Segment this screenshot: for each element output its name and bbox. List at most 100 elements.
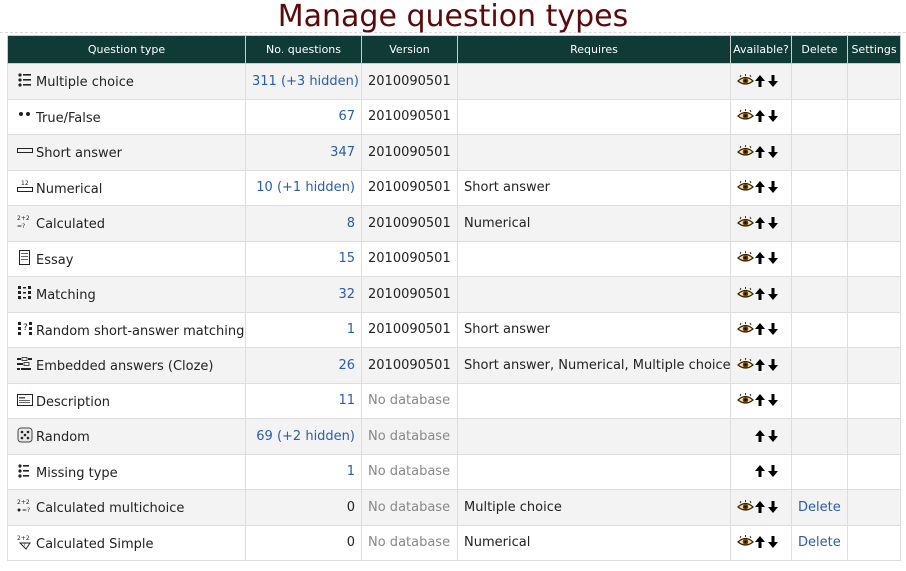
question-count-link[interactable]: 67 (338, 109, 355, 124)
question-type-name: Random (36, 430, 90, 446)
visibility-eye-icon[interactable] (737, 535, 754, 550)
visibility-eye-icon[interactable] (737, 322, 754, 337)
question-type-name: Short answer (36, 146, 122, 162)
requires-cell (457, 453, 731, 490)
move-up-arrow-icon[interactable] (754, 393, 767, 408)
available-cell (730, 240, 792, 277)
version-cell: 2010090501 (361, 98, 458, 135)
visibility-eye-icon[interactable] (737, 499, 754, 515)
question-count-link[interactable]: 11 (338, 393, 355, 408)
move-up-arrow-icon[interactable] (754, 74, 767, 89)
move-down-arrow-icon[interactable] (767, 393, 780, 408)
question-type-name: Multiple choice (36, 75, 134, 91)
version-cell: No database (361, 382, 458, 419)
visibility-eye-icon[interactable] (737, 393, 754, 408)
question-type-name: Matching (36, 288, 96, 304)
move-down-arrow-icon[interactable] (767, 216, 780, 231)
settings-cell (847, 311, 901, 348)
move-up-arrow-icon[interactable] (754, 251, 767, 266)
move-down-arrow-icon[interactable] (767, 429, 780, 444)
move-up-arrow-icon[interactable] (754, 535, 767, 550)
move-up-arrow-icon[interactable] (754, 287, 767, 302)
move-down-arrow-icon[interactable] (767, 500, 780, 515)
calculatedmulti-icon: 2+2 =? (17, 498, 33, 514)
question-count: 0 (346, 499, 355, 515)
question-count-cell: 10 (+1 hidden) (245, 169, 362, 206)
move-down-arrow-icon[interactable] (767, 74, 780, 89)
column-header-no-questions: No. questions (245, 35, 362, 64)
visibility-eye-icon[interactable] (737, 251, 754, 266)
question-count-link[interactable]: 32 (338, 287, 355, 302)
question-count-cell: 26 (245, 347, 362, 384)
delete-cell (791, 311, 848, 348)
question-count-link[interactable]: 15 (338, 251, 355, 266)
table-row: True/False 67 2010090501 (7, 98, 901, 135)
question-count-link[interactable]: 10 (+1 hidden) (256, 180, 355, 195)
delete-cell (791, 169, 848, 206)
move-up-arrow-icon[interactable] (754, 500, 767, 515)
question-count-cell: 1 (245, 453, 362, 490)
question-count-link[interactable]: 8 (347, 216, 355, 231)
visibility-eye-icon[interactable] (737, 73, 754, 89)
move-down-arrow-icon[interactable] (767, 109, 780, 124)
delete-cell (791, 453, 848, 490)
svg-text:=?: =? (22, 507, 30, 514)
visibility-eye-icon[interactable] (737, 215, 754, 231)
move-down-arrow-icon[interactable] (767, 287, 780, 302)
column-header-requires: Requires (457, 35, 731, 64)
question-count-link[interactable]: 1 (347, 464, 355, 479)
version-cell: No database (361, 418, 458, 455)
move-down-arrow-icon[interactable] (767, 358, 780, 373)
requires-cell (457, 98, 731, 135)
move-up-arrow-icon[interactable] (754, 145, 767, 160)
question-count: 0 (346, 535, 355, 551)
available-cell (730, 134, 792, 171)
visibility-eye-icon[interactable] (737, 180, 754, 195)
version-cell: 2010090501 (361, 169, 458, 206)
move-down-arrow-icon[interactable] (767, 180, 780, 195)
question-count-cell: 11 (245, 382, 362, 419)
requires-cell (457, 134, 731, 171)
move-up-arrow-icon[interactable] (754, 464, 767, 479)
visibility-eye-icon[interactable] (737, 144, 754, 160)
move-down-arrow-icon[interactable] (767, 251, 780, 266)
question-type-name: Embedded answers (Cloze) (36, 359, 214, 375)
move-up-arrow-icon[interactable] (754, 109, 767, 124)
essay-icon (17, 249, 33, 266)
question-type-name: Calculated (36, 217, 105, 233)
table-row: 2+2 =? Calculated 8 2010090501 Numerical (7, 205, 901, 242)
move-down-arrow-icon[interactable] (767, 535, 780, 550)
delete-cell (791, 63, 848, 100)
question-count-link[interactable]: 26 (338, 358, 355, 373)
randomsamatch-icon: ? (17, 321, 33, 337)
visibility-eye-icon[interactable] (737, 286, 754, 302)
move-up-arrow-icon[interactable] (754, 216, 767, 231)
available-cell (730, 205, 792, 242)
delete-cell (791, 382, 848, 419)
visibility-eye-icon[interactable] (737, 109, 754, 124)
question-count-link[interactable]: 69 (+2 hidden) (256, 429, 355, 444)
settings-cell (847, 169, 901, 206)
question-count-cell: 15 (245, 240, 362, 277)
move-down-arrow-icon[interactable] (767, 464, 780, 479)
question-count-link[interactable]: 311 (+3 hidden) (252, 74, 359, 89)
requires-cell: Numerical (457, 205, 731, 242)
table-row: Description 11 No database (7, 382, 901, 419)
delete-cell: Delete (791, 524, 848, 561)
page-title: Manage question types (0, 0, 906, 34)
move-down-arrow-icon[interactable] (767, 145, 780, 160)
question-count-link[interactable]: 1 (347, 322, 355, 337)
delete-cell (791, 276, 848, 313)
move-up-arrow-icon[interactable] (754, 180, 767, 195)
question-type-cell: Matching (7, 276, 246, 313)
question-count-link[interactable]: 347 (330, 145, 355, 160)
move-up-arrow-icon[interactable] (754, 358, 767, 373)
move-up-arrow-icon[interactable] (754, 429, 767, 444)
visibility-eye-icon[interactable] (737, 357, 754, 373)
move-up-arrow-icon[interactable] (754, 322, 767, 337)
delete-link[interactable]: Delete (798, 535, 841, 550)
question-type-name: Random short-answer matching (36, 323, 245, 339)
available-cell (730, 63, 792, 100)
move-down-arrow-icon[interactable] (767, 322, 780, 337)
delete-link[interactable]: Delete (798, 500, 841, 515)
